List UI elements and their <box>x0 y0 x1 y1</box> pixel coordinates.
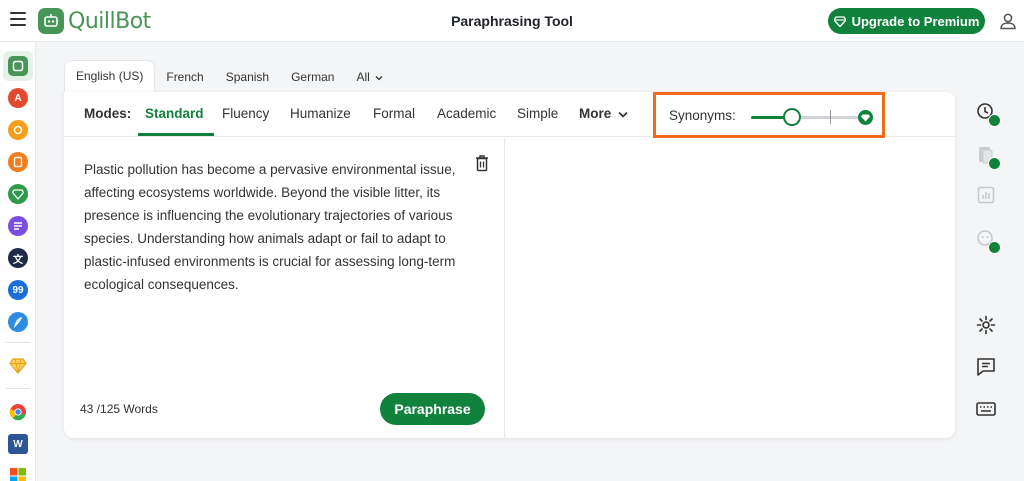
active-mode-underline <box>138 133 214 136</box>
chrome-extension-icon[interactable] <box>8 402 28 422</box>
mode-fluency[interactable]: Fluency <box>222 106 269 121</box>
citation-generator-icon[interactable]: 99 <box>8 280 28 300</box>
tab-all-languages[interactable]: All <box>345 62 394 92</box>
synonyms-slider-track[interactable] <box>793 116 865 119</box>
quillbot-flow-icon[interactable] <box>8 312 28 332</box>
input-pane[interactable]: Plastic pollution has become a pervasive… <box>64 138 505 438</box>
word-addin-icon[interactable]: W <box>8 434 28 454</box>
modes-bar: Modes: Standard Fluency Humanize Formal … <box>64 92 955 138</box>
user-account-icon[interactable] <box>998 11 1018 31</box>
rail-divider <box>6 342 30 343</box>
statistics-icon[interactable] <box>975 184 997 206</box>
premium-badge-icon <box>988 114 1001 127</box>
more-modes-dropdown[interactable]: More <box>579 106 628 121</box>
settings-gear-icon[interactable] <box>975 314 997 336</box>
mode-academic[interactable]: Academic <box>437 106 496 121</box>
input-text[interactable]: Plastic pollution has become a pervasive… <box>84 158 469 296</box>
modes-label: Modes: <box>84 106 132 121</box>
tone-feedback-icon[interactable] <box>975 228 1001 254</box>
rail-divider <box>6 388 30 389</box>
language-tabs: English (US) French Spanish German All <box>64 60 394 92</box>
tab-english-us[interactable]: English (US) <box>64 60 156 92</box>
premium-badge-icon <box>988 157 1001 170</box>
trash-icon[interactable] <box>474 154 490 172</box>
plagiarism-checker-icon[interactable] <box>8 152 28 172</box>
tab-french[interactable]: French <box>155 62 214 92</box>
paraphrase-button[interactable]: Paraphrase <box>380 393 485 425</box>
chevron-down-icon <box>618 111 628 118</box>
summarizer-icon[interactable] <box>8 216 28 236</box>
ai-humanizer-icon[interactable] <box>8 184 28 204</box>
premium-diamond-icon[interactable] <box>8 356 28 376</box>
output-pane[interactable] <box>506 138 955 438</box>
windows-app-icon[interactable] <box>8 466 28 481</box>
synonyms-control: Synonyms: <box>653 92 885 138</box>
top-bar: QuillBot Paraphrasing Tool Upgrade to Pr… <box>0 0 1024 42</box>
keyboard-shortcuts-icon[interactable] <box>975 398 997 420</box>
all-languages-label: All <box>356 70 370 84</box>
diamond-icon <box>833 15 846 27</box>
paraphraser-card: Modes: Standard Fluency Humanize Formal … <box>64 92 955 438</box>
chevron-down-icon <box>375 75 383 81</box>
synonyms-slider-handle[interactable] <box>783 108 801 126</box>
word-count: 43 /125 Words <box>80 402 158 416</box>
left-tool-rail: A 文 99 W <box>0 42 36 481</box>
grammar-checker-icon[interactable]: A <box>8 88 28 108</box>
compare-modes-icon[interactable] <box>975 144 1001 170</box>
upgrade-premium-button[interactable]: Upgrade to Premium <box>828 8 985 34</box>
mode-simple[interactable]: Simple <box>517 106 558 121</box>
translator-icon[interactable]: 文 <box>8 248 28 268</box>
synonyms-label: Synonyms: <box>669 108 736 123</box>
premium-badge-icon <box>988 241 1001 254</box>
upgrade-label: Upgrade to Premium <box>851 13 980 29</box>
ai-detector-icon[interactable] <box>8 120 28 140</box>
more-modes-label: More <box>579 106 612 121</box>
history-icon[interactable] <box>975 101 1001 127</box>
synonyms-slider-tick <box>830 110 831 124</box>
paraphraser-icon[interactable] <box>8 56 28 76</box>
mode-formal[interactable]: Formal <box>373 106 415 121</box>
tab-german[interactable]: German <box>280 62 345 92</box>
premium-diamond-icon <box>858 110 873 125</box>
feedback-comment-icon[interactable] <box>975 356 997 378</box>
mode-humanize[interactable]: Humanize <box>290 106 351 121</box>
tab-spanish[interactable]: Spanish <box>215 62 280 92</box>
mode-standard[interactable]: Standard <box>145 106 204 121</box>
